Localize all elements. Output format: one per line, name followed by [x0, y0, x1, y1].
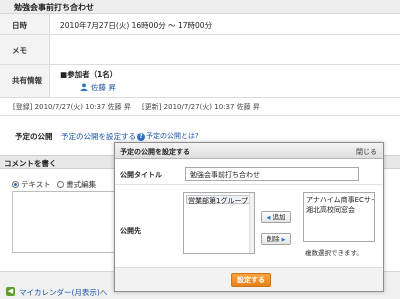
publish-help-label: 予定の公開とは?: [146, 132, 199, 140]
radio-text-indicator[interactable]: [12, 181, 19, 188]
participant-name: 佐藤 昇: [91, 83, 116, 92]
event-title-bar: 勉強会事前打ち合わせ: [0, 0, 400, 14]
radio-text-label: テキスト: [21, 180, 51, 189]
available-target-item[interactable]: 営業部第1グループ: [186, 195, 252, 205]
publish-help-link[interactable]: ? 予定の公開とは?: [137, 131, 199, 141]
schedule-detail-page: 勉強会事前打ち合わせ 日時 2010年7月27日(火) 16時00分 ～ 17時…: [0, 0, 400, 299]
memo-label: メモ: [12, 46, 27, 55]
selected-targets-list[interactable]: アナハイム商事ECサイ 湘北高校同窓会: [303, 192, 375, 242]
meta-row: [登録] 2010/7/27(火) 10:37 佐藤 昇 [更新] 2010/7…: [0, 98, 400, 116]
publish-settings-dialog: 予定の公開を設定する 閉じる 公開タイトル 勉強会事前打ち合わせ 公開先 営業部…: [114, 142, 384, 292]
publish-settings-link[interactable]: 予定の公開を設定する: [61, 131, 136, 142]
triangle-right-icon: ▶: [281, 237, 286, 243]
publish-target-label: 公開先: [120, 227, 141, 235]
arrow-left-icon: ◀: [6, 287, 15, 296]
dialog-title: 予定の公開を設定する: [120, 148, 190, 156]
triangle-left-icon: ◀: [266, 215, 271, 221]
submit-settings-button[interactable]: 設定する: [231, 273, 271, 287]
participant-link[interactable]: 佐藤 昇: [80, 82, 116, 93]
radio-rich[interactable]: 書式編集: [57, 180, 96, 189]
multi-select-note: 複数選択できます。: [305, 249, 363, 257]
comment-header-label: コメントを書く: [4, 159, 57, 168]
comment-mode-options: テキスト 書式編集: [12, 179, 96, 190]
memo-row: メモ: [0, 35, 400, 65]
publish-label: 予定の公開: [15, 132, 53, 141]
available-targets-list[interactable]: 営業部第1グループ: [183, 192, 255, 254]
selected-target-item[interactable]: アナハイム商事ECサイ: [306, 195, 374, 205]
question-icon: ?: [137, 133, 145, 141]
dialog-header: 予定の公開を設定する 閉じる: [115, 143, 383, 159]
my-calendar-link[interactable]: マイカレンダー(月表示)へ: [19, 287, 107, 298]
add-button-label: 追加: [272, 213, 286, 221]
remove-target-button[interactable]: 削除 ▶: [261, 233, 291, 245]
participants-heading: ■参加者（1名）: [60, 70, 118, 79]
event-title: 勉強会事前打ち合わせ: [14, 3, 94, 12]
dialog-footer: 設定する: [115, 267, 383, 291]
date-label: 日時: [12, 21, 27, 30]
selected-target-item[interactable]: 湘北高校同窓会: [306, 205, 372, 215]
registered-info: [登録] 2010/7/27(火) 10:37 佐藤 昇: [13, 103, 131, 111]
add-target-button[interactable]: ◀ 追加: [261, 211, 291, 223]
publish-target-row: 公開先 営業部第1グループ ◀ 追加 削除 ▶ アナハイム商事ECサイ 湘北高校…: [115, 190, 383, 264]
radio-rich-label: 書式編集: [66, 180, 97, 189]
updated-info: [更新] 2010/7/27(火) 10:37 佐藤 昇: [142, 103, 260, 111]
share-label: 共有情報: [12, 76, 42, 85]
publish-title-label: 公開タイトル: [120, 171, 162, 179]
radio-text[interactable]: テキスト: [12, 180, 51, 189]
date-row: 日時 2010年7月27日(火) 16時00分 ～ 17時00分: [0, 14, 400, 35]
dialog-close-button[interactable]: 閉じる: [356, 147, 377, 157]
radio-rich-indicator[interactable]: [57, 181, 65, 188]
list-scrollbar[interactable]: [249, 193, 254, 253]
user-icon: [80, 83, 88, 91]
publish-title-input[interactable]: 勉強会事前打ち合わせ: [185, 167, 359, 181]
remove-button-label: 削除: [266, 235, 280, 243]
publish-title-row: 公開タイトル 勉強会事前打ち合わせ: [115, 163, 383, 185]
share-row: 共有情報 ■参加者（1名） 佐藤 昇: [0, 65, 400, 98]
date-value: 2010年7月27日(火) 16時00分 ～ 17時00分: [60, 21, 213, 30]
